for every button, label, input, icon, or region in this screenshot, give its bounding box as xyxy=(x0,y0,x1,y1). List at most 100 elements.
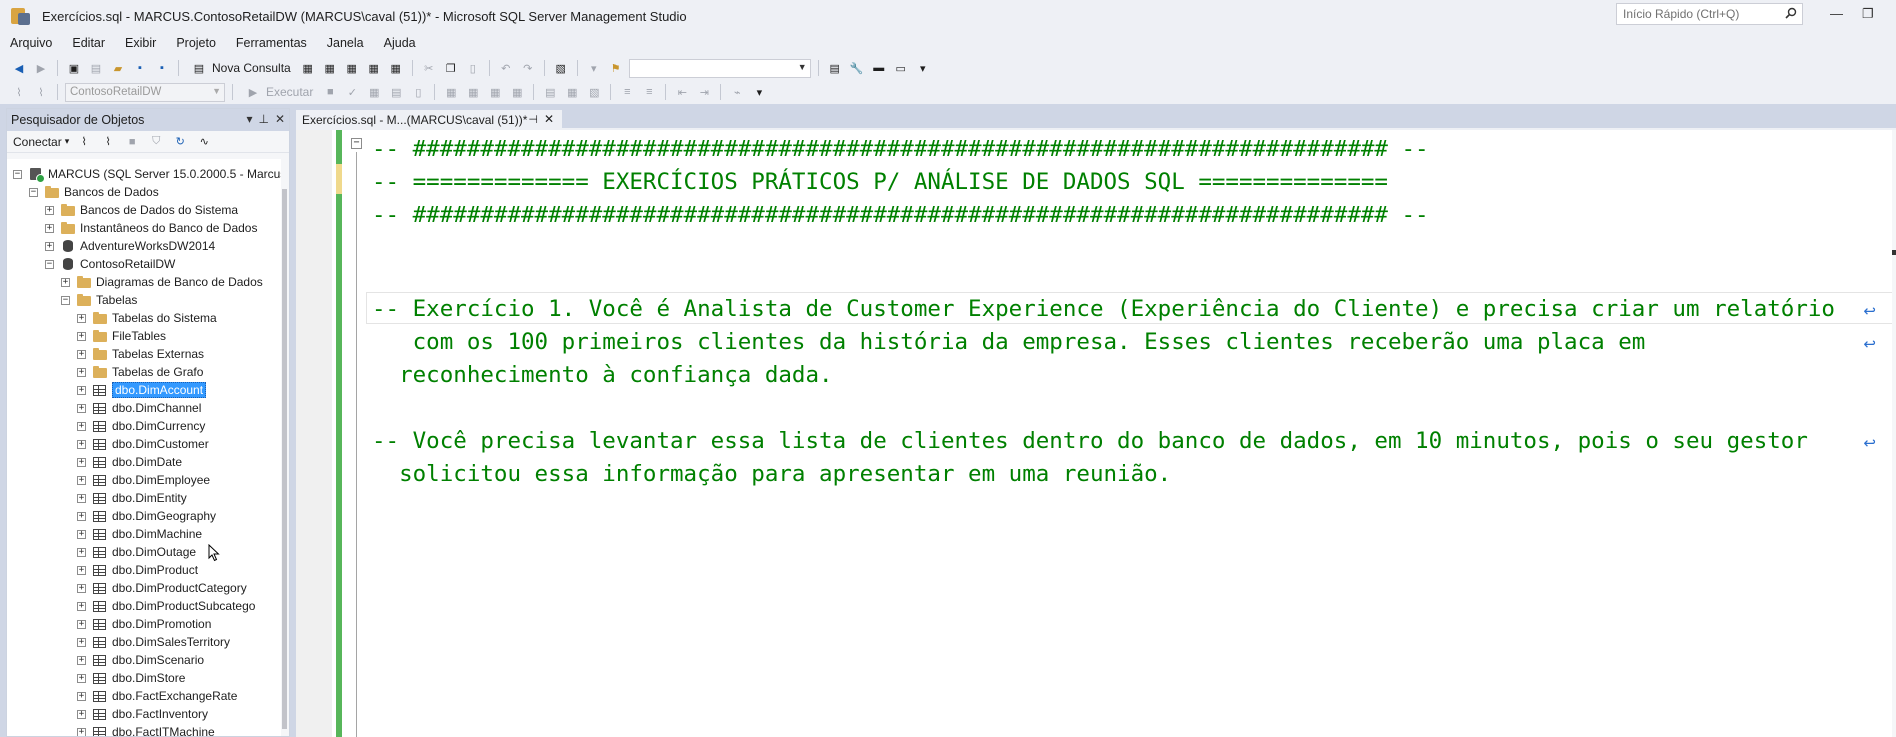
tree-node[interactable]: + dbo.DimMachine xyxy=(77,525,202,543)
code-line[interactable]: com os 100 primeiros clientes da históri… xyxy=(372,327,1646,357)
query-designer-icon[interactable]: ▤ xyxy=(387,84,405,100)
expand-icon[interactable]: + xyxy=(77,367,86,377)
paste-icon[interactable]: ▯ xyxy=(464,60,482,76)
toolbox-icon[interactable]: ▬ xyxy=(870,60,888,76)
tree-node[interactable]: + dbo.DimStore xyxy=(77,669,185,687)
decrease-indent-icon[interactable]: ⇤ xyxy=(673,84,691,100)
properties-wrench-icon[interactable]: 🔧 xyxy=(848,60,866,76)
tree-node[interactable]: + dbo.DimSalesTerritory xyxy=(77,633,230,651)
expand-icon[interactable]: + xyxy=(77,349,86,359)
code-line[interactable]: -- Você precisa levantar essa lista de c… xyxy=(372,426,1808,456)
database-engine-query-icon[interactable]: ▦ xyxy=(299,60,317,76)
expand-icon[interactable]: + xyxy=(77,583,86,593)
display-plan-icon[interactable]: ▦ xyxy=(365,84,383,100)
tree-node[interactable]: + dbo.DimGeography xyxy=(77,507,216,525)
query-options-icon[interactable]: ▯ xyxy=(409,84,427,100)
expand-icon[interactable]: + xyxy=(61,277,70,287)
menu-editar[interactable]: Editar xyxy=(62,36,115,50)
expand-icon[interactable]: + xyxy=(77,511,86,521)
menu-arquivo[interactable]: Arquivo xyxy=(0,36,62,50)
activity-monitor-icon[interactable]: ∿ xyxy=(195,134,213,150)
expand-icon[interactable]: + xyxy=(45,205,54,215)
toolbar-options-icon[interactable]: ▾ xyxy=(914,60,932,76)
expand-icon[interactable]: + xyxy=(45,241,54,251)
quick-launch-search-input[interactable]: Início Rápido (Ctrl+Q) xyxy=(1616,3,1803,25)
tree-node[interactable]: + FileTables xyxy=(77,327,166,345)
collapse-icon[interactable]: − xyxy=(13,169,22,179)
tree-node[interactable]: + dbo.DimPromotion xyxy=(77,615,211,633)
tree-node[interactable]: − MARCUS (SQL Server 15.0.2000.5 - Marcus xyxy=(13,165,283,183)
xmla-query-icon[interactable]: ▦ xyxy=(365,60,383,76)
tree-node[interactable]: + dbo.DimProduct xyxy=(77,561,198,579)
expand-icon[interactable]: + xyxy=(77,457,86,467)
pin-icon[interactable]: ⊥ xyxy=(258,112,268,126)
results-grid-icon[interactable]: ▦ xyxy=(563,84,581,100)
collapse-icon[interactable]: − xyxy=(29,187,38,197)
tree-node[interactable]: + dbo.DimEntity xyxy=(77,489,187,507)
change-connection-icon[interactable]: ⌇ xyxy=(32,84,50,100)
find-combo[interactable]: ▼ xyxy=(628,58,811,78)
new-project-icon[interactable]: ▣ xyxy=(65,60,83,76)
results-text-icon[interactable]: ▤ xyxy=(541,84,559,100)
include-plan-icon[interactable]: ▦ xyxy=(464,84,482,100)
copy-icon[interactable]: ❐ xyxy=(442,60,460,76)
expand-icon[interactable]: + xyxy=(77,385,86,395)
tree-node[interactable]: + dbo.DimAccount xyxy=(77,381,207,399)
tree-node[interactable]: + Diagramas de Banco de Dados xyxy=(61,273,263,291)
expand-icon[interactable]: + xyxy=(77,673,86,683)
collapse-region-toggle[interactable]: − xyxy=(351,138,362,149)
connect-button[interactable]: Conectar ▾ xyxy=(13,135,69,149)
stop-icon[interactable]: ■ xyxy=(321,84,339,100)
activity-monitor-icon[interactable]: ▧ xyxy=(552,60,570,76)
tree-node[interactable]: + dbo.DimEmployee xyxy=(77,471,210,489)
comment-out-icon[interactable]: ≡ xyxy=(618,84,636,100)
toolbar-options-icon[interactable]: ▾ xyxy=(750,84,768,100)
increase-indent-icon[interactable]: ⇥ xyxy=(695,84,713,100)
expand-icon[interactable]: + xyxy=(77,691,86,701)
expand-icon[interactable]: + xyxy=(77,709,86,719)
execute-button[interactable]: ▶ Executar xyxy=(240,84,317,100)
code-line[interactable]: reconhecimento à confiança dada. xyxy=(372,360,833,390)
code-line[interactable]: -- #####################################… xyxy=(372,200,1429,230)
tree-scrollbar[interactable] xyxy=(281,159,289,736)
add-item-icon[interactable]: ▤ xyxy=(87,60,105,76)
search-icon[interactable] xyxy=(1785,7,1797,19)
expand-icon[interactable]: + xyxy=(45,223,54,233)
pin-tab-icon[interactable]: ⊣ xyxy=(528,113,538,126)
tree-node[interactable]: + dbo.DimChannel xyxy=(77,399,201,417)
tree-node[interactable]: + dbo.DimProductSubcatego xyxy=(77,597,255,615)
expand-icon[interactable]: + xyxy=(77,331,86,341)
close-icon[interactable]: ✕ xyxy=(275,112,285,126)
open-file-icon[interactable]: ▰ xyxy=(109,60,127,76)
collapse-icon[interactable]: − xyxy=(45,259,54,269)
tree-node[interactable]: + AdventureWorksDW2014 xyxy=(45,237,215,255)
tab-exercicios-sql[interactable]: Exercícios.sql - M...(MARCUS\caval (51))… xyxy=(296,110,562,130)
panel-menu-icon[interactable]: ▾ xyxy=(246,112,252,126)
tree-node[interactable]: + Bancos de Dados do Sistema xyxy=(45,201,238,219)
close-tab-icon[interactable]: ✕ xyxy=(544,112,554,126)
cut-icon[interactable]: ✂ xyxy=(420,60,438,76)
find-in-files-icon[interactable]: ⚑ xyxy=(607,60,625,76)
redo-icon[interactable]: ↷ xyxy=(519,60,537,76)
menu-janela[interactable]: Janela xyxy=(317,36,374,50)
scrollbar-thumb[interactable] xyxy=(282,189,287,729)
expand-icon[interactable]: + xyxy=(77,439,86,449)
code-line[interactable]: solicitou essa informação para apresenta… xyxy=(372,459,1171,489)
dax-query-icon[interactable]: ▦ xyxy=(387,60,405,76)
expand-icon[interactable]: + xyxy=(77,565,86,575)
save-icon[interactable]: ▪ xyxy=(131,60,149,76)
minimize-button[interactable]: — xyxy=(1830,6,1843,21)
live-stats-icon[interactable]: ▦ xyxy=(486,84,504,100)
expand-icon[interactable]: + xyxy=(77,475,86,485)
tree-node[interactable]: − Tabelas xyxy=(61,291,137,309)
tree-node[interactable]: + dbo.FactITMachine xyxy=(77,723,215,736)
menu-projeto[interactable]: Projeto xyxy=(166,36,226,50)
tree-node[interactable]: + dbo.FactInventory xyxy=(77,705,208,723)
tree-node[interactable]: + Tabelas de Grafo xyxy=(77,363,203,381)
tree-node[interactable]: + dbo.DimCurrency xyxy=(77,417,205,435)
refresh-icon[interactable]: ↻ xyxy=(171,134,189,150)
results-file-icon[interactable]: ▧ xyxy=(585,84,603,100)
tree-node[interactable]: + dbo.DimDate xyxy=(77,453,182,471)
tree-node[interactable]: − ContosoRetailDW xyxy=(45,255,175,273)
expand-icon[interactable]: + xyxy=(77,655,86,665)
